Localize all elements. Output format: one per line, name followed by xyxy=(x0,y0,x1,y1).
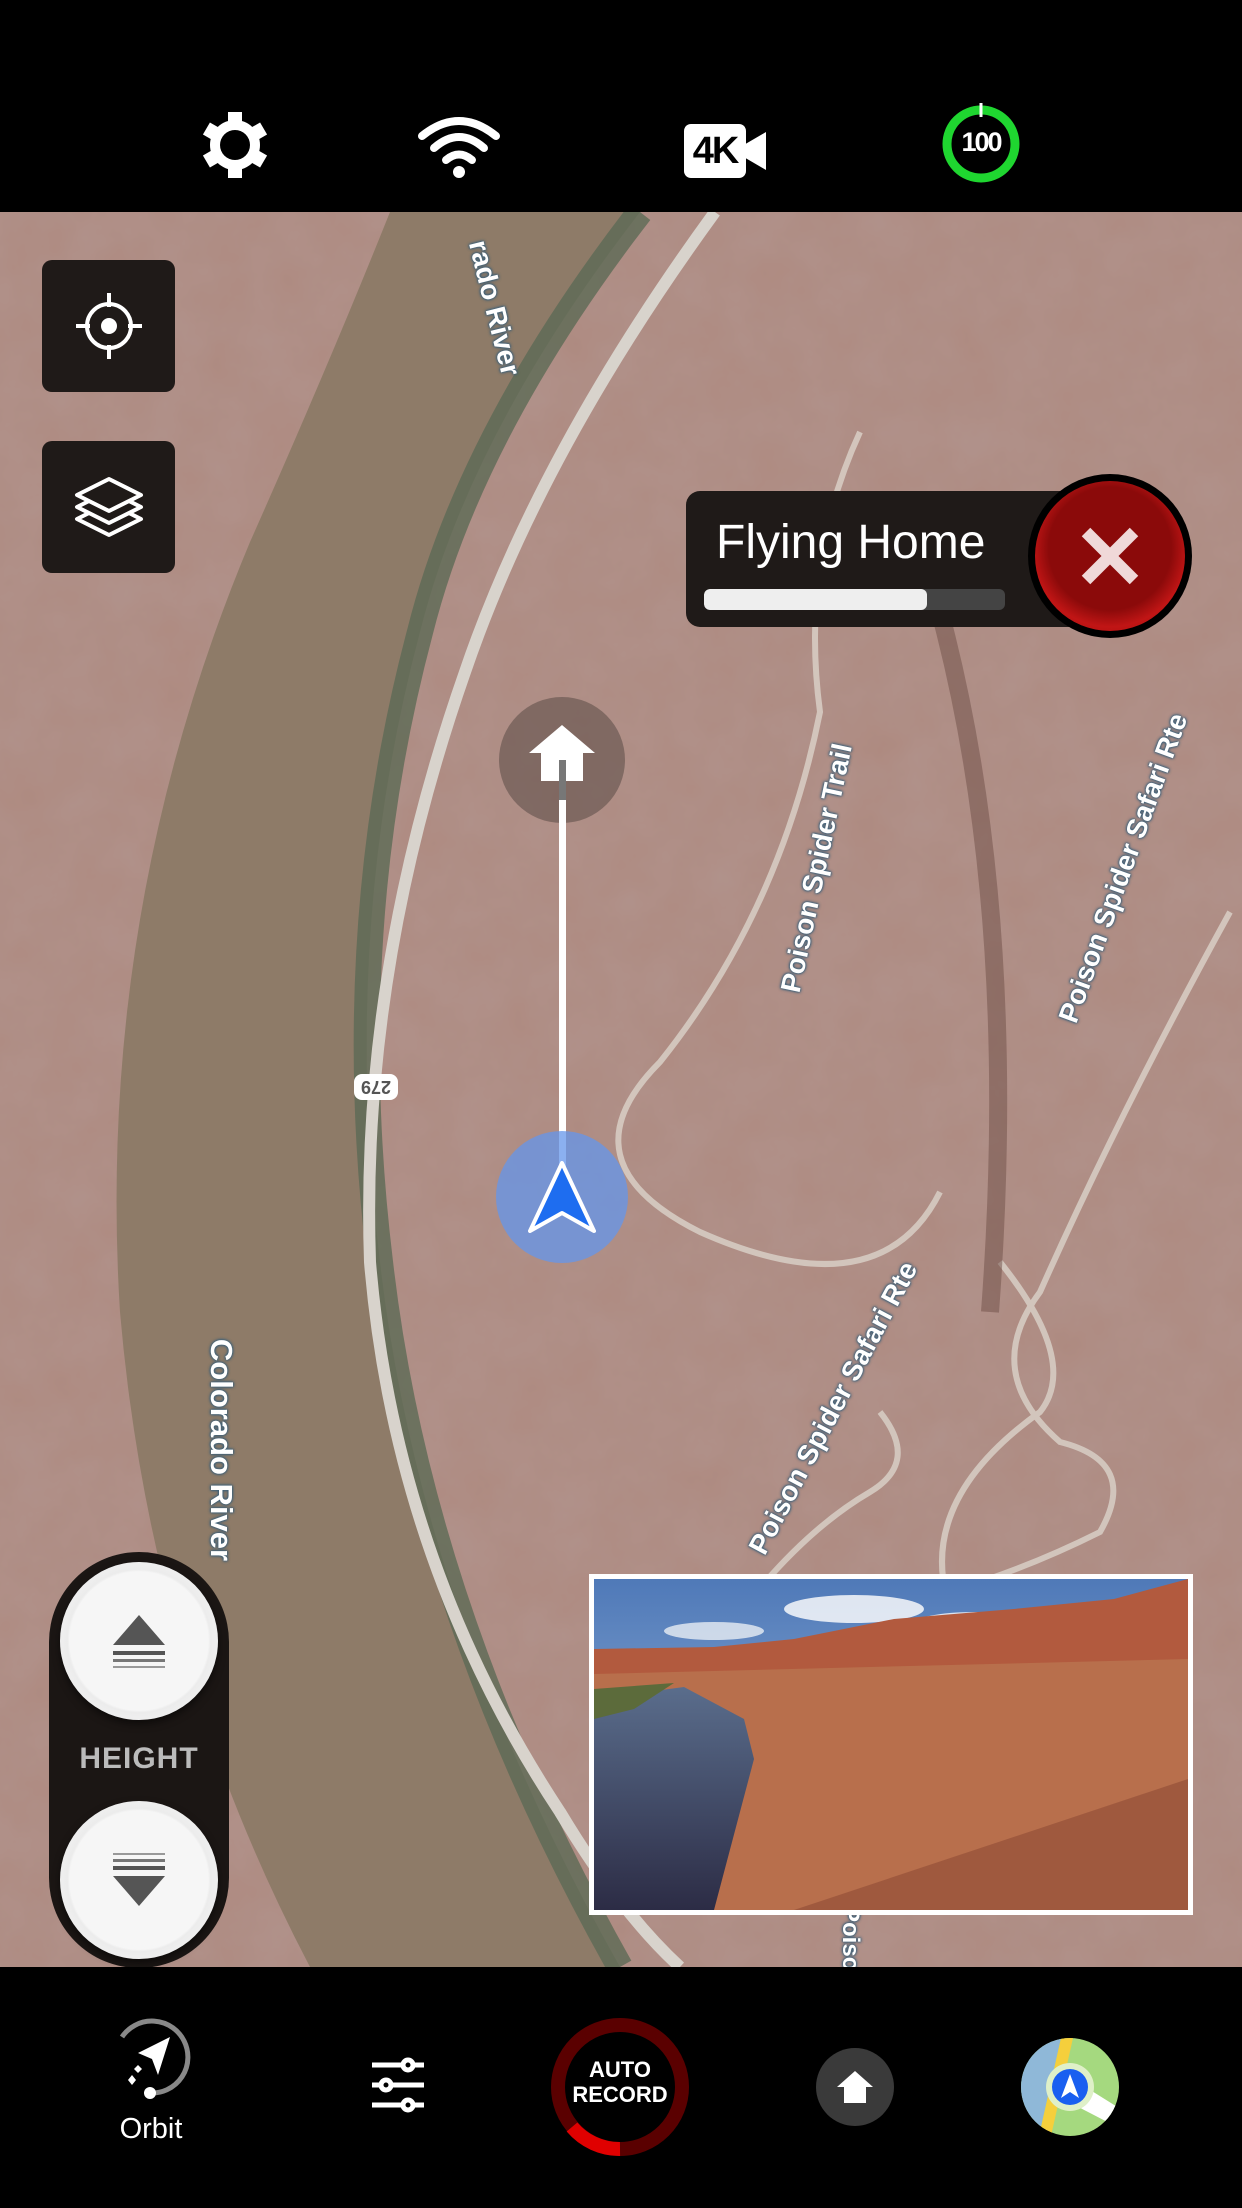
cancel-return-home-button[interactable] xyxy=(1028,474,1192,638)
map-label-poison-partial: Poison xyxy=(837,1905,865,1967)
height-control: HEIGHT xyxy=(49,1552,229,1967)
layers-icon xyxy=(74,477,143,537)
bottom-toolbar: Orbit AUTO RECORD xyxy=(0,1967,1242,2208)
height-down-button[interactable] xyxy=(60,1801,218,1959)
status-bar: 4K 100 xyxy=(0,0,1242,212)
height-label: HEIGHT xyxy=(79,1742,199,1775)
camera-feed-image xyxy=(594,1579,1188,1910)
camera-preview[interactable] xyxy=(589,1574,1193,1915)
map-layers-button[interactable] xyxy=(42,441,175,573)
sliders-icon xyxy=(372,2057,424,2113)
flying-home-title: Flying Home xyxy=(716,516,986,569)
resolution-badge: 4K xyxy=(684,124,746,178)
return-path-line xyxy=(559,772,566,1192)
orbit-label: Orbit xyxy=(119,2113,183,2145)
return-path-end xyxy=(559,760,566,800)
descend-icon xyxy=(113,1853,165,1906)
ascend-icon xyxy=(113,1615,165,1668)
flying-home-progress-fill xyxy=(704,589,927,610)
gear-icon xyxy=(202,112,268,178)
home-icon xyxy=(837,2071,873,2103)
drone-position-marker[interactable] xyxy=(496,1131,628,1263)
battery-level: 100 xyxy=(961,127,1002,157)
auto-record-button[interactable]: AUTO RECORD xyxy=(550,2017,690,2157)
locate-button[interactable] xyxy=(42,260,175,392)
close-icon xyxy=(1081,527,1139,585)
auto-record-line1: AUTO xyxy=(589,2057,651,2082)
flying-home-progress xyxy=(704,589,1005,610)
height-up-button[interactable] xyxy=(60,1562,218,1720)
road-shield-279: 279 xyxy=(354,1074,398,1100)
return-home-button[interactable] xyxy=(816,2048,894,2126)
orbit-icon xyxy=(119,2018,191,2099)
map-label-colorado-river: Colorado River xyxy=(204,1338,240,1562)
auto-record-line2: RECORD xyxy=(572,2082,668,2107)
wifi-signal[interactable] xyxy=(416,112,502,180)
crosshair-icon xyxy=(75,293,142,359)
video-camera-icon xyxy=(742,132,766,170)
battery-indicator: 100 xyxy=(940,103,1022,185)
auto-record-label: AUTO RECORD xyxy=(550,2057,690,2107)
maps-app-icon xyxy=(1021,2038,1119,2136)
video-resolution[interactable]: 4K xyxy=(684,124,766,178)
wifi-icon xyxy=(418,117,500,178)
orbit-button[interactable]: Orbit xyxy=(96,2015,206,2155)
maps-app-button[interactable] xyxy=(1021,2038,1119,2136)
settings-button[interactable] xyxy=(200,110,270,180)
drone-arrow-icon xyxy=(528,1161,596,1233)
flight-settings-button[interactable] xyxy=(368,2055,428,2115)
